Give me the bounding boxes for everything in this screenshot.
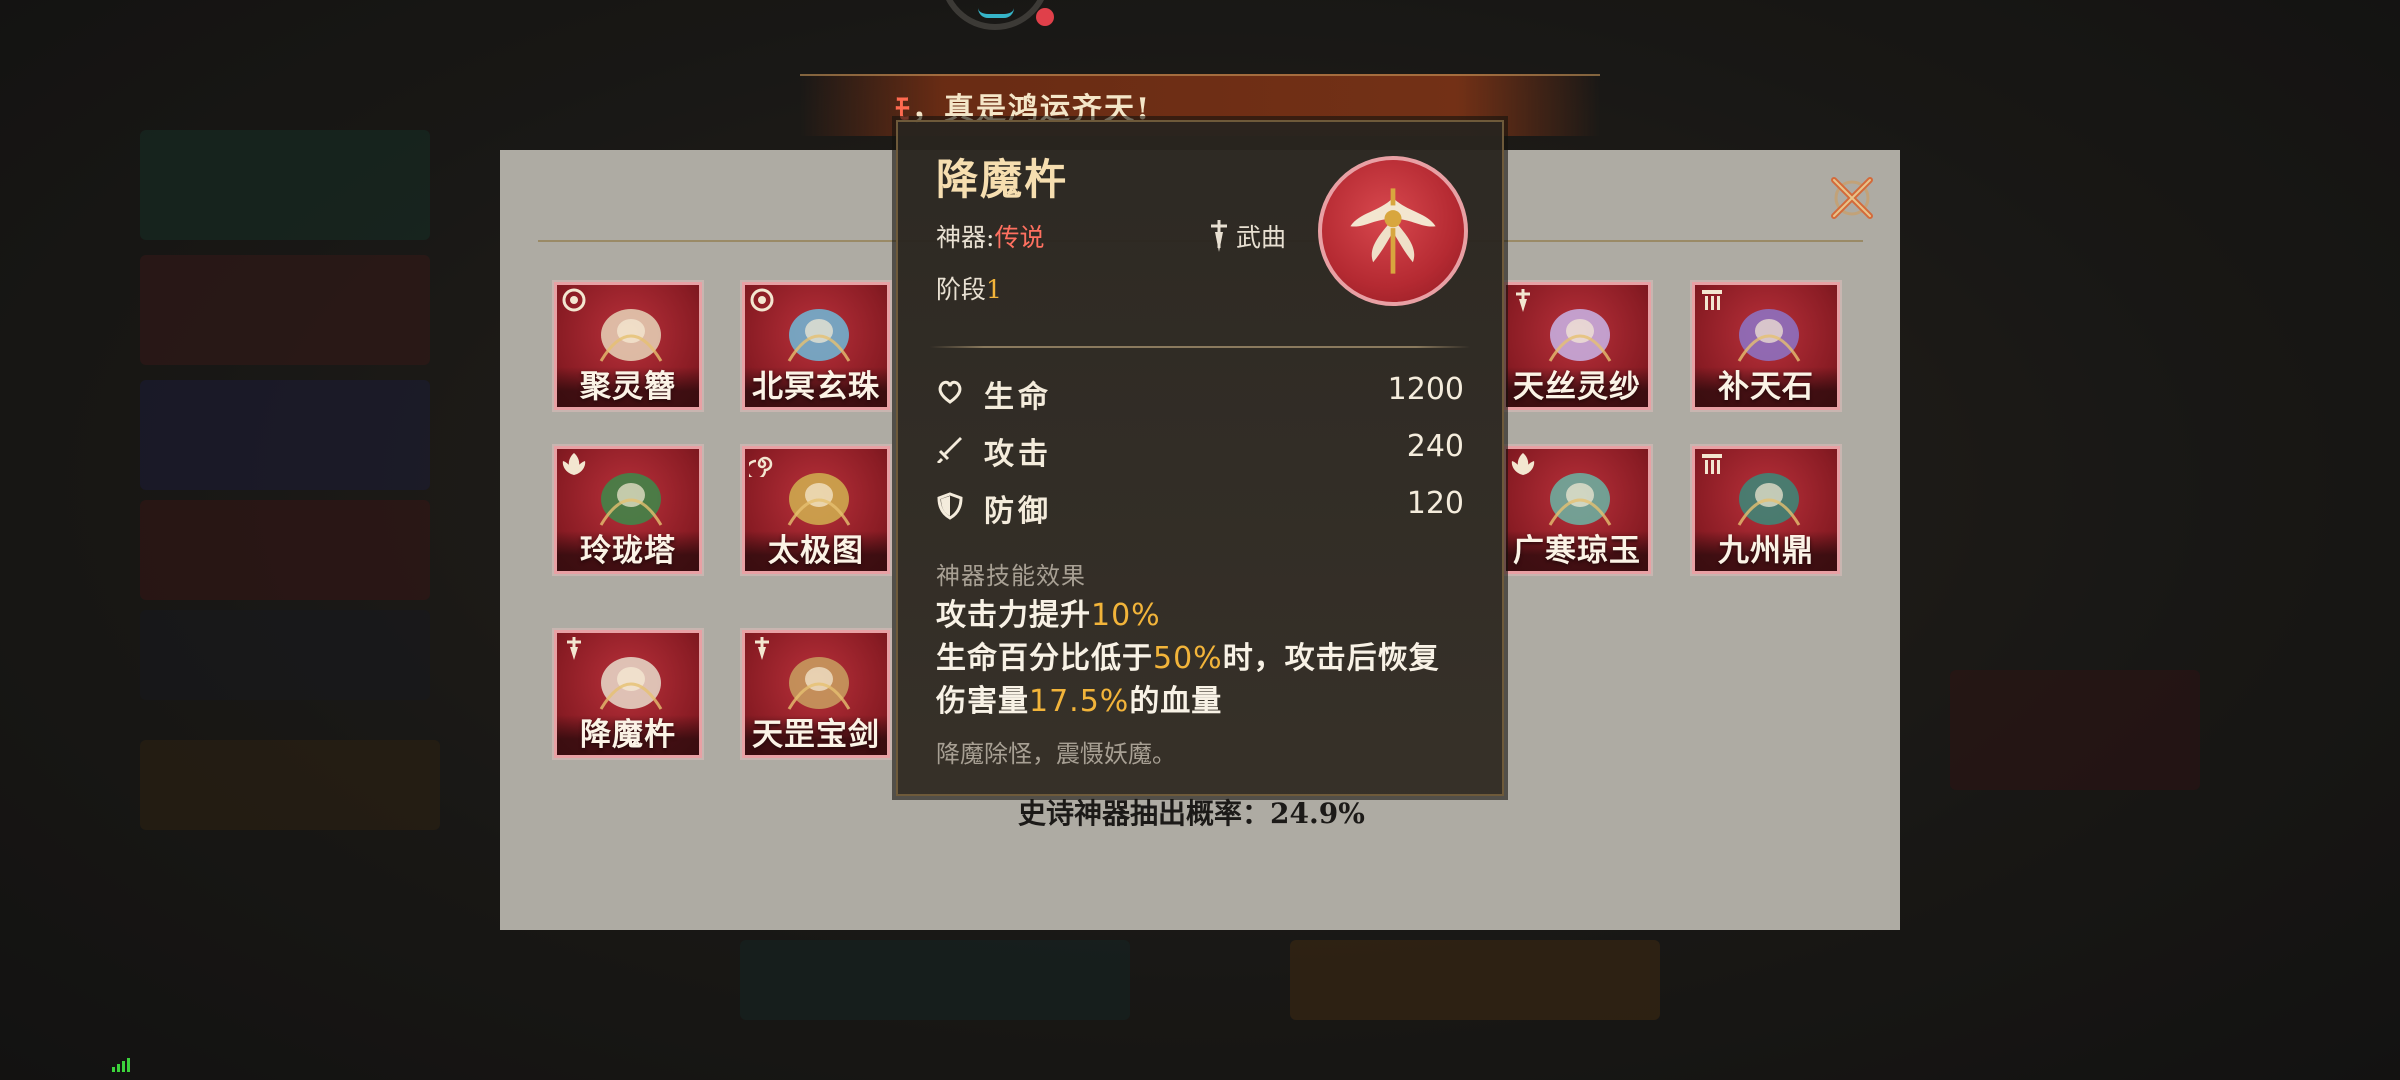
artifact-art	[1737, 473, 1801, 526]
artifact-art	[1548, 309, 1612, 362]
artifact-card[interactable]: 补天石	[1692, 282, 1840, 410]
artifact-art	[599, 657, 663, 710]
artifact-card[interactable]: 太极图	[742, 446, 890, 574]
network-signal-icon	[112, 1058, 130, 1072]
artifact-card[interactable]: 北冥玄珠	[742, 282, 890, 410]
skill-description: 攻击力提升10% 生命百分比低于50%时，攻击后恢复 伤害量17.5%的血量	[936, 598, 1440, 719]
artifact-art	[1548, 473, 1612, 526]
epic-draw-rate: 史诗神器抽出概率：24.9%	[1018, 797, 1365, 830]
detail-rarity: 神器:传说	[936, 223, 1045, 252]
artifact-card[interactable]: 天罡宝剑	[742, 630, 890, 758]
detail-class: 武曲	[1236, 223, 1287, 252]
notification-dot	[1036, 8, 1054, 26]
vajra-icon	[1350, 188, 1436, 274]
artifact-name: 广寒琼玉	[1506, 531, 1648, 571]
artifact-name: 补天石	[1695, 367, 1837, 407]
artifact-name: 天罡宝剑	[745, 715, 887, 755]
stat-row-hp: 生命 1200	[936, 370, 1466, 415]
skill-header: 神器技能效果	[936, 562, 1086, 590]
dagger-class-icon	[1211, 220, 1227, 252]
artifact-name: 太极图	[745, 531, 887, 571]
detail-portrait	[1318, 156, 1468, 306]
sword-icon	[936, 437, 962, 463]
shield-icon	[937, 492, 963, 520]
artifact-art	[787, 657, 851, 710]
artifact-art	[1737, 309, 1801, 362]
detail-stage: 阶段1	[936, 275, 1002, 304]
artifact-card[interactable]: 玲珑塔	[554, 446, 702, 574]
detail-title: 降魔杵	[936, 155, 1069, 204]
artifact-name: 天丝灵纱	[1506, 367, 1648, 407]
stat-row-defense: 防御 120	[936, 484, 1466, 529]
artifact-card[interactable]: 九州鼎	[1692, 446, 1840, 574]
artifact-name: 降魔杵	[557, 715, 699, 755]
heart-icon	[938, 380, 962, 404]
artifact-art	[599, 473, 663, 526]
stat-row-attack: 攻击 240	[936, 427, 1466, 472]
close-icon	[1831, 177, 1873, 219]
artifact-art	[599, 309, 663, 362]
detail-divider	[930, 346, 1470, 348]
artifact-name: 九州鼎	[1695, 531, 1837, 571]
artifact-art	[787, 309, 851, 362]
artifact-card[interactable]: 广寒琼玉	[1503, 446, 1651, 574]
close-button[interactable]	[1824, 170, 1880, 226]
artifact-card[interactable]: 降魔杵	[554, 630, 702, 758]
artifact-name: 玲珑塔	[557, 531, 699, 571]
artifact-card[interactable]: 聚灵簪	[554, 282, 702, 410]
artifact-name: 北冥玄珠	[745, 367, 887, 407]
artifact-card[interactable]: 天丝灵纱	[1503, 282, 1651, 410]
artifact-art	[787, 473, 851, 526]
artifact-name: 聚灵簪	[557, 367, 699, 407]
flavor-text: 降魔除怪，震慑妖魔。	[936, 740, 1176, 768]
